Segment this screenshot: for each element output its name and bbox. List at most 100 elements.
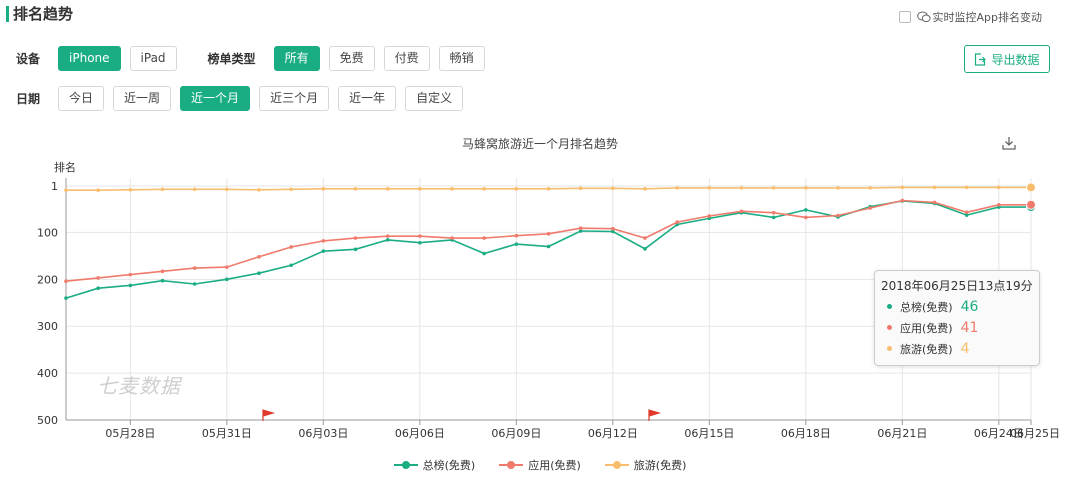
data-point bbox=[160, 269, 165, 274]
data-point bbox=[611, 226, 615, 231]
legend-item-app[interactable]: 应用(免费) bbox=[499, 457, 581, 473]
data-point bbox=[546, 232, 551, 236]
data-point bbox=[771, 186, 776, 190]
data-point bbox=[643, 187, 647, 191]
x-tick-label: 05月31日 bbox=[202, 427, 252, 440]
data-point bbox=[353, 236, 358, 240]
data-point bbox=[546, 244, 551, 249]
data-point bbox=[804, 208, 808, 212]
data-point bbox=[964, 185, 969, 190]
data-point bbox=[707, 214, 712, 218]
legend-label-app: 应用(免费) bbox=[528, 459, 581, 472]
rank-trend-chart: 1 100 200 300 400 500 05月28日 05月31日 06月03日 06月06日… bbox=[37, 178, 1060, 440]
data-point bbox=[900, 198, 905, 203]
y-tick-label: 500 bbox=[37, 414, 58, 427]
tooltip-row: 应用(免费) 41 bbox=[881, 317, 1039, 338]
data-point bbox=[289, 263, 293, 268]
x-tick-label: 05月28日 bbox=[105, 427, 155, 440]
data-point bbox=[675, 220, 679, 224]
data-point bbox=[385, 238, 390, 242]
x-tick-label: 06月03日 bbox=[298, 427, 348, 440]
data-point bbox=[289, 187, 293, 192]
data-point bbox=[739, 186, 744, 190]
tooltip-series-name: 旅游(免费) bbox=[900, 342, 953, 356]
tooltip-time: 2018年06月25日13点19分 bbox=[881, 279, 1033, 293]
data-point bbox=[964, 210, 969, 215]
data-point bbox=[289, 245, 293, 249]
data-point bbox=[128, 272, 133, 277]
tooltip-row: 旅游(免费) 4 bbox=[881, 338, 1039, 359]
data-point bbox=[160, 187, 165, 192]
data-point bbox=[482, 187, 486, 191]
data-point bbox=[643, 247, 647, 251]
data-point bbox=[353, 247, 358, 252]
data-point bbox=[96, 286, 100, 291]
tooltip-series-value: 41 bbox=[960, 319, 979, 336]
data-point bbox=[643, 236, 647, 240]
legend-swatch-app bbox=[499, 461, 524, 469]
data-point bbox=[1026, 199, 1036, 210]
data-point bbox=[450, 236, 454, 240]
data-point bbox=[192, 266, 197, 270]
data-point bbox=[225, 265, 229, 269]
y-tick-label: 400 bbox=[37, 367, 58, 380]
data-point bbox=[836, 213, 840, 218]
x-tick-label: 06月25日 bbox=[1010, 427, 1060, 440]
chart-tooltip: 2018年06月25日13点19分 总榜(免费) 46 应用(免费) 41 旅游… bbox=[874, 270, 1040, 366]
data-point bbox=[96, 276, 100, 280]
y-tick-label: 1 bbox=[51, 180, 58, 193]
data-point bbox=[707, 186, 712, 190]
data-point bbox=[418, 240, 422, 245]
data-point bbox=[321, 187, 326, 191]
data-point bbox=[450, 187, 454, 191]
data-point bbox=[64, 296, 68, 300]
data-point bbox=[225, 277, 229, 282]
y-tick-label: 100 bbox=[37, 226, 58, 239]
data-point bbox=[385, 234, 390, 238]
data-point bbox=[804, 215, 808, 220]
data-point bbox=[160, 278, 165, 283]
data-point bbox=[96, 188, 100, 193]
data-point bbox=[868, 186, 872, 190]
tooltip-dot bbox=[887, 325, 892, 330]
legend-item-total[interactable]: 总榜(免费) bbox=[393, 457, 476, 473]
legend-label-total: 总榜(免费) bbox=[422, 459, 476, 472]
data-point bbox=[1026, 182, 1036, 193]
data-point bbox=[611, 186, 615, 191]
data-point bbox=[578, 186, 583, 191]
tooltip-series-name: 应用(免费) bbox=[900, 321, 953, 335]
data-point bbox=[836, 186, 840, 190]
data-point bbox=[675, 186, 679, 190]
x-tick-label: 06月15日 bbox=[684, 427, 734, 440]
data-point bbox=[482, 236, 486, 240]
data-point bbox=[192, 282, 197, 286]
legend-swatch-total bbox=[393, 461, 418, 469]
data-point bbox=[997, 185, 1001, 190]
event-flag-icon bbox=[648, 409, 662, 421]
chart-legend: 总榜(免费) 应用(免费) 旅游(免费) bbox=[0, 457, 1080, 473]
data-point bbox=[225, 187, 229, 192]
x-tick-label: 06月12日 bbox=[588, 427, 638, 440]
data-point bbox=[257, 271, 261, 276]
data-point bbox=[932, 185, 937, 190]
x-tick-label: 06月06日 bbox=[395, 427, 445, 440]
data-point bbox=[353, 187, 358, 191]
data-point bbox=[385, 187, 390, 191]
tooltip-dot bbox=[887, 346, 892, 351]
data-point bbox=[514, 187, 519, 191]
data-point bbox=[192, 187, 197, 192]
data-point bbox=[128, 283, 133, 288]
tooltip-dot bbox=[887, 304, 892, 309]
data-point bbox=[418, 187, 422, 191]
data-point bbox=[514, 233, 519, 238]
data-point bbox=[900, 185, 905, 190]
event-flag-icon bbox=[262, 409, 276, 421]
legend-item-travel[interactable]: 旅游(免费) bbox=[604, 457, 686, 473]
legend-swatch-travel bbox=[604, 461, 629, 469]
data-point bbox=[739, 209, 744, 214]
x-tick-label: 06月18日 bbox=[781, 427, 831, 440]
data-point bbox=[771, 215, 776, 220]
tooltip-series-value: 46 bbox=[960, 298, 979, 315]
tooltip-row: 总榜(免费) 46 bbox=[881, 296, 1039, 317]
data-point bbox=[804, 186, 808, 190]
